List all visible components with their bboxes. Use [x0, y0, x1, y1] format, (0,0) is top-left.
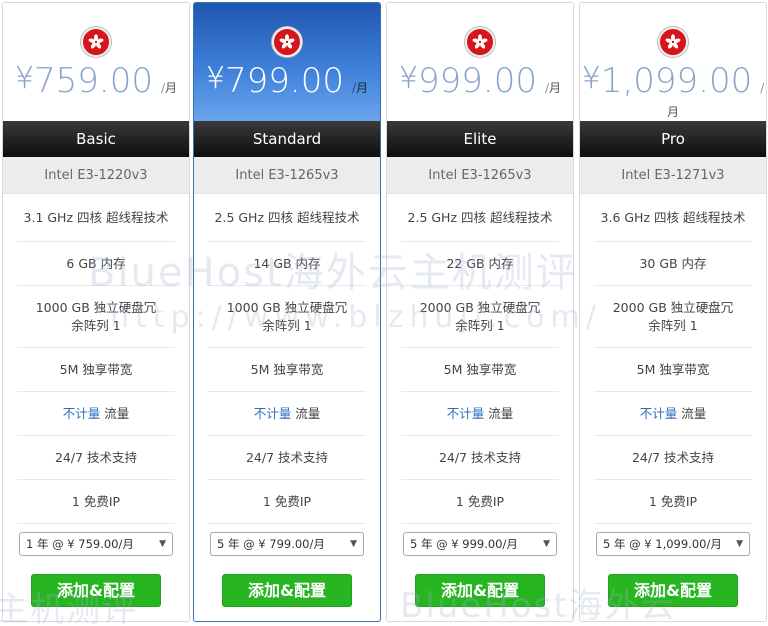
feature-ip: 1 免费IP — [208, 480, 366, 524]
feature-list: 3.1 GHz 四核 超线程技术 6 GB 内存 1000 GB 独立硬盘冗余阵… — [17, 194, 175, 524]
feature-storage: 2000 GB 独立硬盘冗余阵列 1 — [401, 286, 559, 348]
hong-kong-flag-icon — [272, 27, 302, 57]
plan-cpu: Intel E3-1271v3 — [580, 157, 766, 194]
traffic-highlight: 不计量 — [446, 405, 485, 421]
chevron-down-icon: ▼ — [736, 539, 743, 549]
feature-list: 2.5 GHz 四核 超线程技术 14 GB 内存 1000 GB 独立硬盘冗余… — [208, 194, 366, 524]
feature-storage: 1000 GB 独立硬盘冗余阵列 1 — [17, 286, 175, 348]
traffic-label: 流量 — [681, 405, 707, 421]
feature-support: 24/7 技术支持 — [594, 436, 752, 480]
price-amount: 1,099.00 — [600, 61, 753, 101]
traffic-label: 流量 — [104, 405, 130, 421]
plan-price: ¥759.00/月 — [3, 61, 189, 101]
feature-ip: 1 免费IP — [594, 480, 752, 524]
add-configure-button[interactable]: 添加&配置 — [222, 574, 352, 607]
feature-dedicated-bandwidth: 5M 独享带宽 — [17, 348, 175, 392]
plan-name: Standard — [194, 121, 380, 157]
chevron-down-icon: ▼ — [350, 539, 357, 549]
billing-cycle-value: 5 年 @ ¥ 799.00/月 — [217, 537, 325, 551]
plan-card-standard: ¥799.00/月 Standard Intel E3-1265v3 2.5 G… — [193, 2, 381, 622]
feature-memory: 30 GB 内存 — [594, 242, 752, 286]
plan-cpu: Intel E3-1220v3 — [3, 157, 189, 194]
price-currency: ¥ — [581, 61, 601, 96]
traffic-highlight: 不计量 — [639, 405, 678, 421]
feature-support: 24/7 技术支持 — [17, 436, 175, 480]
feature-ip: 1 免费IP — [401, 480, 559, 524]
price-unit: /月 — [352, 81, 369, 95]
plan-price: ¥999.00/月 — [387, 61, 573, 101]
feature-cpu-speed: 3.1 GHz 四核 超线程技术 — [17, 194, 175, 242]
traffic-label: 流量 — [295, 405, 321, 421]
pricing-plans: ¥759.00/月 Basic Intel E3-1220v3 3.1 GHz … — [0, 0, 768, 626]
price-amount: 799.00 — [225, 61, 344, 101]
add-configure-button[interactable]: 添加&配置 — [415, 574, 545, 607]
feature-list: 3.6 GHz 四核 超线程技术 30 GB 内存 2000 GB 独立硬盘冗余… — [594, 194, 752, 524]
price-amount: 759.00 — [34, 61, 153, 101]
feature-memory: 6 GB 内存 — [17, 242, 175, 286]
traffic-label: 流量 — [488, 405, 514, 421]
price-header: ¥759.00/月 — [3, 3, 189, 121]
feature-support: 24/7 技术支持 — [401, 436, 559, 480]
traffic-highlight: 不计量 — [253, 405, 292, 421]
plan-name: Basic — [3, 121, 189, 157]
price-header: ¥999.00/月 — [387, 3, 573, 121]
price-unit: /月 — [545, 81, 562, 95]
feature-ip: 1 免费IP — [17, 480, 175, 524]
price-header: ¥1,099.00/月 — [580, 3, 766, 121]
feature-cpu-speed: 2.5 GHz 四核 超线程技术 — [208, 194, 366, 242]
plan-price: ¥1,099.00/月 — [580, 61, 766, 120]
feature-memory: 22 GB 内存 — [401, 242, 559, 286]
feature-traffic: 不计量 流量 — [17, 392, 175, 436]
price-amount: 999.00 — [418, 61, 537, 101]
feature-support: 24/7 技术支持 — [208, 436, 366, 480]
billing-cycle-select[interactable]: 5 年 @ ¥ 1,099.00/月 ▼ — [596, 532, 750, 556]
plan-name: Pro — [580, 121, 766, 157]
plan-cpu: Intel E3-1265v3 — [387, 157, 573, 194]
feature-dedicated-bandwidth: 5M 独享带宽 — [594, 348, 752, 392]
billing-cycle-value: 5 年 @ ¥ 1,099.00/月 — [603, 537, 722, 551]
feature-traffic: 不计量 流量 — [401, 392, 559, 436]
feature-cpu-speed: 2.5 GHz 四核 超线程技术 — [401, 194, 559, 242]
feature-list: 2.5 GHz 四核 超线程技术 22 GB 内存 2000 GB 独立硬盘冗余… — [401, 194, 559, 524]
hong-kong-flag-icon — [81, 27, 111, 57]
billing-cycle-select[interactable]: 5 年 @ ¥ 999.00/月 ▼ — [403, 532, 557, 556]
feature-traffic: 不计量 流量 — [208, 392, 366, 436]
feature-memory: 14 GB 内存 — [208, 242, 366, 286]
billing-cycle-value: 5 年 @ ¥ 999.00/月 — [410, 537, 518, 551]
add-configure-button[interactable]: 添加&配置 — [608, 574, 738, 607]
traffic-highlight: 不计量 — [62, 405, 101, 421]
feature-dedicated-bandwidth: 5M 独享带宽 — [208, 348, 366, 392]
plan-name: Elite — [387, 121, 573, 157]
feature-storage: 2000 GB 独立硬盘冗余阵列 1 — [594, 286, 752, 348]
chevron-down-icon: ▼ — [159, 539, 166, 549]
feature-dedicated-bandwidth: 5M 独享带宽 — [401, 348, 559, 392]
plan-card-elite: ¥999.00/月 Elite Intel E3-1265v3 2.5 GHz … — [386, 2, 574, 622]
hong-kong-flag-icon — [465, 27, 495, 57]
hong-kong-flag-icon — [658, 27, 688, 57]
price-currency: ¥ — [14, 61, 35, 96]
feature-traffic: 不计量 流量 — [594, 392, 752, 436]
plan-card-basic: ¥759.00/月 Basic Intel E3-1220v3 3.1 GHz … — [2, 2, 190, 622]
price-unit: /月 — [161, 81, 178, 95]
price-currency: ¥ — [398, 61, 419, 96]
billing-cycle-select[interactable]: 5 年 @ ¥ 799.00/月 ▼ — [210, 532, 364, 556]
plan-card-pro: ¥1,099.00/月 Pro Intel E3-1271v3 3.6 GHz … — [579, 2, 767, 622]
billing-cycle-value: 1 年 @ ¥ 759.00/月 — [26, 537, 134, 551]
feature-storage: 1000 GB 独立硬盘冗余阵列 1 — [208, 286, 366, 348]
price-header: ¥799.00/月 — [194, 3, 380, 121]
add-configure-button[interactable]: 添加&配置 — [31, 574, 161, 607]
billing-cycle-select[interactable]: 1 年 @ ¥ 759.00/月 ▼ — [19, 532, 173, 556]
plan-price: ¥799.00/月 — [194, 61, 380, 101]
feature-cpu-speed: 3.6 GHz 四核 超线程技术 — [594, 194, 752, 242]
plan-cpu: Intel E3-1265v3 — [194, 157, 380, 194]
price-currency: ¥ — [205, 61, 226, 96]
chevron-down-icon: ▼ — [543, 539, 550, 549]
